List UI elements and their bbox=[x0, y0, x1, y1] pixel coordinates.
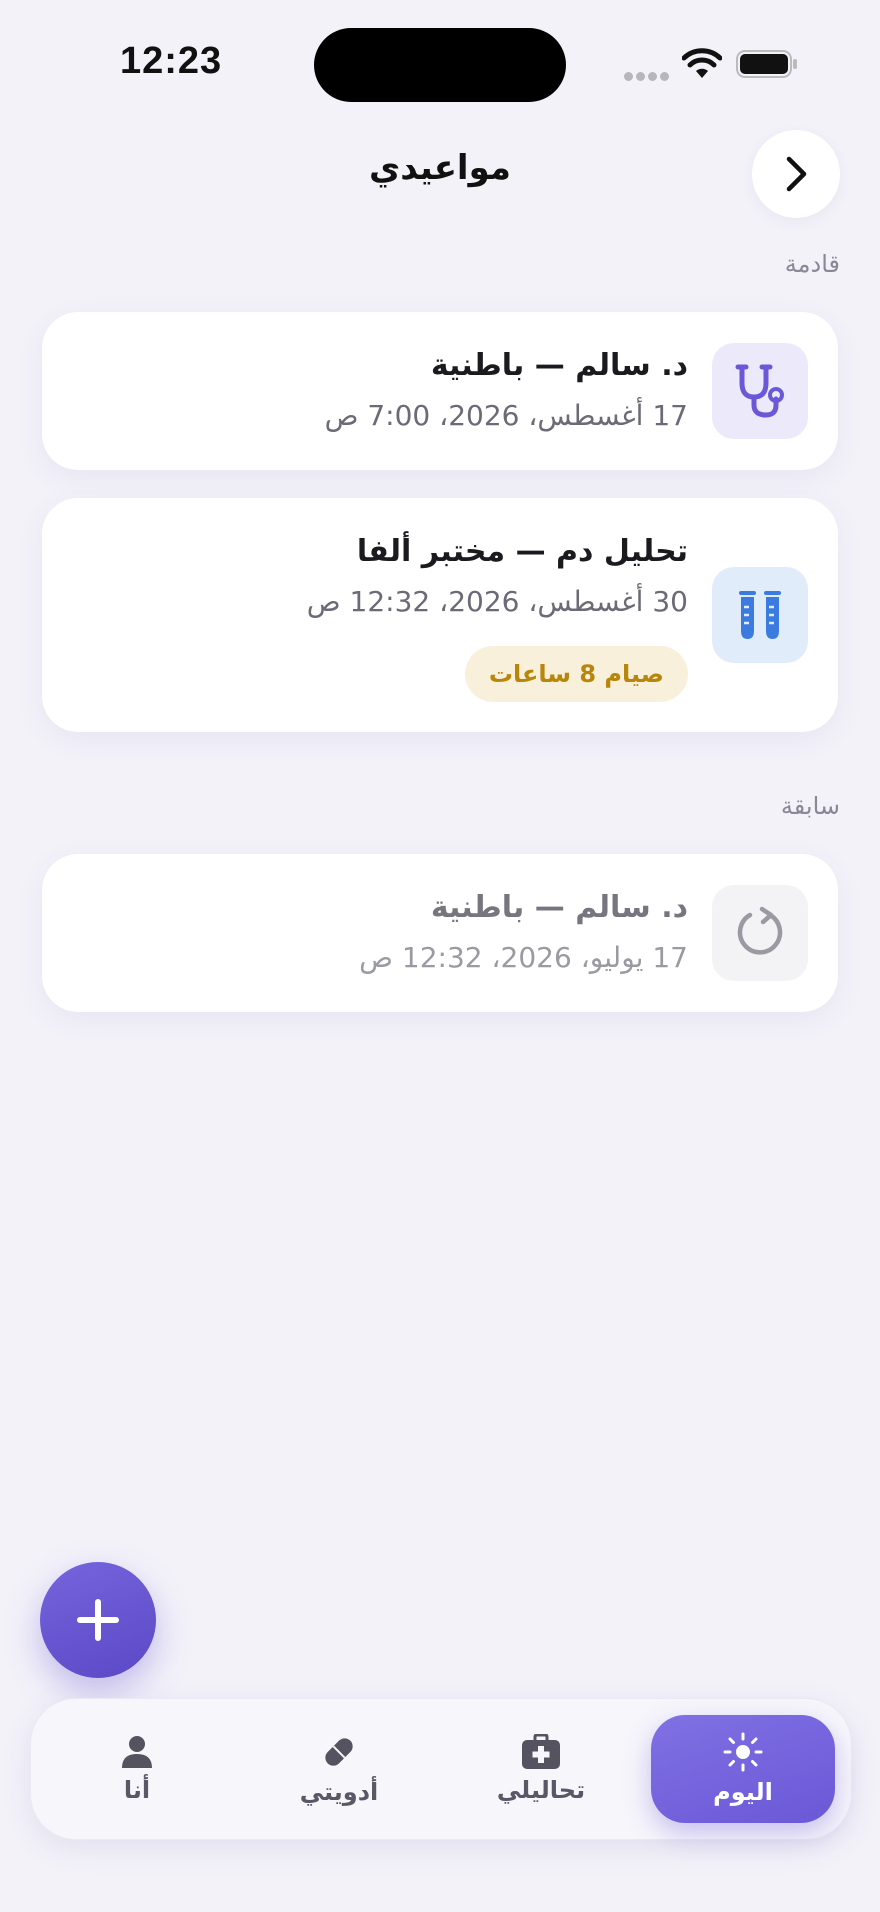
appointment-title: د. سالم — باطنية bbox=[430, 348, 688, 383]
header: مواعيدي bbox=[0, 130, 880, 220]
back-button[interactable] bbox=[752, 130, 840, 218]
sun-icon bbox=[723, 1732, 763, 1772]
person-icon bbox=[122, 1736, 152, 1768]
wifi-icon bbox=[682, 48, 722, 78]
section-label-past: سابقة bbox=[780, 792, 840, 820]
tab-my-medications[interactable]: أدويتي bbox=[247, 1715, 431, 1823]
appointment-datetime: 17 أغسطس، 2026، 7:00 ص bbox=[324, 399, 688, 432]
status-time: 12:23 bbox=[120, 40, 223, 82]
appointment-datetime: 30 أغسطس، 2026، 12:32 ص bbox=[306, 585, 688, 618]
tab-my-tests[interactable]: تحاليلي bbox=[449, 1715, 633, 1823]
appointment-title: تحليل دم — مختبر ألفا bbox=[356, 534, 688, 569]
tab-today[interactable]: اليوم bbox=[651, 1715, 835, 1823]
chevron-right-icon bbox=[786, 156, 807, 192]
page-title: مواعيدي bbox=[369, 148, 511, 188]
battery-icon bbox=[736, 50, 797, 78]
appointment-title: د. سالم — باطنية bbox=[430, 890, 688, 925]
dynamic-island bbox=[314, 28, 566, 102]
appointment-datetime: 17 يوليو، 2026، 12:32 ص bbox=[359, 941, 688, 974]
section-label-upcoming: قادمة bbox=[784, 250, 840, 278]
pill-icon bbox=[325, 1738, 353, 1766]
appointment-card[interactable]: د. سالم — باطنية 17 أغسطس، 2026، 7:00 ص bbox=[42, 312, 838, 470]
appointment-card[interactable]: د. سالم — باطنية 17 يوليو، 2026، 12:32 ص bbox=[42, 854, 838, 1012]
status-bar: 12:23 bbox=[0, 0, 880, 130]
plus-icon bbox=[77, 1599, 119, 1641]
appointment-icon-tile bbox=[712, 343, 808, 439]
tab-bar: اليوم تحاليلي أدويتي أنا bbox=[30, 1698, 852, 1840]
tab-label: أنا bbox=[123, 1776, 151, 1804]
tab-label: أدويتي bbox=[299, 1778, 379, 1806]
test-tubes-icon bbox=[739, 591, 781, 639]
refresh-icon bbox=[737, 906, 783, 955]
cellular-signal-icon bbox=[624, 66, 672, 85]
medical-kit-icon bbox=[522, 1734, 560, 1769]
tab-me[interactable]: أنا bbox=[45, 1715, 229, 1823]
fasting-badge: صيام 8 ساعات bbox=[464, 646, 688, 702]
tab-label: اليوم bbox=[713, 1778, 773, 1806]
appointment-icon-tile bbox=[712, 885, 808, 981]
stethoscope-icon bbox=[735, 364, 784, 418]
add-appointment-button[interactable] bbox=[40, 1562, 156, 1678]
tab-label: تحاليلي bbox=[496, 1776, 586, 1804]
appointment-icon-tile bbox=[712, 567, 808, 663]
appointment-card[interactable]: تحليل دم — مختبر ألفا 30 أغسطس، 2026، 12… bbox=[42, 498, 838, 732]
